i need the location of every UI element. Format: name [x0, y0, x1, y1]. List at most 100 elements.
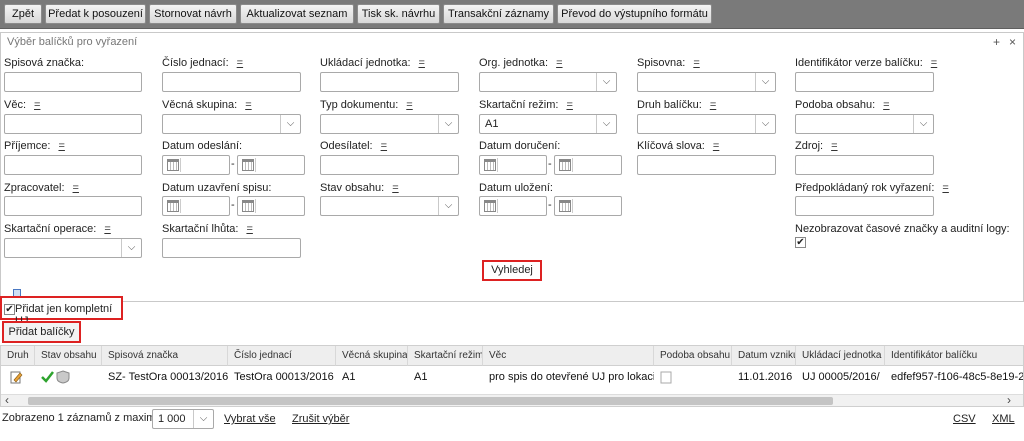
spisovna-select[interactable]: ⌵ [637, 72, 776, 92]
typ-dokumentu-select[interactable]: ⌵ [320, 114, 459, 134]
column-header[interactable]: Druh [1, 346, 35, 366]
back-button[interactable]: Zpět [4, 4, 42, 24]
ukladaci-jednotka-input[interactable] [320, 72, 459, 92]
add-packages-button[interactable]: Přidat balíčky [2, 321, 81, 343]
operator-toggle[interactable]: = [246, 223, 252, 235]
operator-toggle[interactable]: = [883, 99, 889, 111]
cell-cislo-jednaci: TestOra 00013/2016 [234, 371, 334, 383]
column-header[interactable]: Podoba obsahu [654, 346, 732, 366]
operator-toggle[interactable]: = [237, 57, 243, 69]
predpokladany-rok-input[interactable] [795, 196, 934, 216]
transaction-records-button[interactable]: Transakční záznamy [443, 4, 554, 24]
column-header[interactable]: Spisová značka [102, 346, 228, 366]
operator-toggle[interactable]: = [710, 99, 716, 111]
datum-doruceni-from[interactable] [479, 155, 547, 175]
operator-toggle[interactable]: = [406, 99, 412, 111]
scroll-thumb[interactable] [28, 397, 833, 405]
cell-podoba-obsahu [654, 367, 732, 387]
datum-ulozeni-to[interactable] [554, 196, 622, 216]
expand-icon[interactable]: + [993, 35, 1000, 49]
datum-ulozeni-from[interactable] [479, 196, 547, 216]
nezobrazovat-checkbox[interactable]: ✔ [795, 237, 806, 248]
operator-toggle[interactable]: = [831, 140, 837, 152]
operator-toggle[interactable]: = [693, 57, 699, 69]
odesilatel-input[interactable] [320, 155, 459, 175]
column-header[interactable]: Číslo jednací [228, 346, 336, 366]
label-datum-doruceni: Datum doručení: [479, 140, 561, 152]
datum-odeslani-to[interactable] [237, 155, 305, 175]
horizontal-scrollbar[interactable]: ‹ › [1, 393, 1023, 406]
chevron-left-icon[interactable]: ‹ [5, 393, 9, 406]
operator-toggle[interactable]: = [104, 223, 110, 235]
column-header[interactable]: Věc [483, 346, 654, 366]
zdroj-input[interactable] [795, 155, 934, 175]
label-spisovna: Spisovna: = [637, 57, 700, 69]
print-proposal-button[interactable]: Tisk sk. návrhu [357, 4, 440, 24]
operator-toggle[interactable]: = [713, 140, 719, 152]
column-header[interactable]: Ukládací jednotka [796, 346, 885, 366]
operator-toggle[interactable]: = [392, 182, 398, 194]
operator-toggle[interactable]: = [58, 140, 64, 152]
page-size-select[interactable]: 1 000 ⌵ [152, 409, 214, 429]
column-header[interactable]: Skartační režim [408, 346, 483, 366]
column-header[interactable]: Identifikátor balíčku [885, 346, 1023, 366]
column-header[interactable]: Stav obsahu [35, 346, 102, 366]
datum-odeslani-from[interactable] [162, 155, 230, 175]
column-header[interactable]: Věcná skupina [336, 346, 408, 366]
druh-balicku-select[interactable]: ⌵ [637, 114, 776, 134]
kompletni-uj-option[interactable]: ✔ Přidat jen kompletní UJ [0, 296, 123, 327]
operator-toggle[interactable]: = [556, 57, 562, 69]
select-all-link[interactable]: Vybrat vše [224, 413, 276, 425]
operator-toggle[interactable]: = [942, 182, 948, 194]
label-datum-ulozeni: Datum uložení: [479, 182, 553, 194]
datum-uzavreni-to[interactable] [237, 196, 305, 216]
search-button[interactable]: Vyhledej [482, 260, 542, 281]
operator-toggle[interactable]: = [34, 99, 40, 111]
klicova-slova-input[interactable] [637, 155, 776, 175]
refresh-list-button[interactable]: Aktualizovat seznam [240, 4, 354, 24]
datum-doruceni-to[interactable] [554, 155, 622, 175]
xml-export-link[interactable]: XML [992, 413, 1015, 425]
close-icon[interactable]: × [1009, 35, 1016, 49]
label-zdroj: Zdroj: = [795, 140, 838, 152]
submit-review-button[interactable]: Předat k posouzení [45, 4, 146, 24]
org-jednotka-select[interactable]: ⌵ [479, 72, 617, 92]
vec-input[interactable] [4, 114, 142, 134]
kompletni-uj-checkbox[interactable]: ✔ [4, 304, 15, 315]
chevron-down-icon: ⌵ [755, 115, 775, 133]
output-format-button[interactable]: Převod do výstupního formátu [557, 4, 712, 24]
cancel-proposal-button[interactable]: Stornovat návrh [149, 4, 237, 24]
operator-toggle[interactable]: = [73, 182, 79, 194]
column-header[interactable]: Datum vzniku [732, 346, 796, 366]
edit-icon[interactable] [3, 367, 35, 387]
operator-toggle[interactable]: = [419, 57, 425, 69]
vecna-skupina-select[interactable]: ⌵ [162, 114, 301, 134]
stav-obsahu-select[interactable]: ⌵ [320, 196, 459, 216]
label-datum-odeslani: Datum odeslání: [162, 140, 243, 152]
spisova-znacka-input[interactable] [4, 72, 142, 92]
operator-toggle[interactable]: = [931, 57, 937, 69]
csv-export-link[interactable]: CSV [953, 413, 976, 425]
prijemce-input[interactable] [4, 155, 142, 175]
label-skartacni-lhuta: Skartační lhůta: = [162, 223, 253, 235]
label-vec: Věc: = [4, 99, 41, 111]
cislo-jednaci-input[interactable] [162, 72, 301, 92]
skartacni-rezim-select[interactable]: A1 ⌵ [479, 114, 617, 134]
chevron-right-icon[interactable]: › [1007, 393, 1011, 406]
zpracovatel-input[interactable] [4, 196, 142, 216]
label-spisova-znacka: Spisová značka: [4, 57, 85, 69]
date-range-dash: - [231, 199, 235, 211]
operator-toggle[interactable]: = [566, 99, 572, 111]
identifikator-verze-input[interactable] [795, 72, 934, 92]
chevron-down-icon: ⌵ [438, 197, 458, 215]
cancel-selection-link[interactable]: Zrušit výběr [292, 413, 349, 425]
skartacni-lhuta-input[interactable] [162, 238, 301, 258]
chevron-down-icon: ⌵ [121, 239, 141, 257]
skartacni-operace-select[interactable]: ⌵ [4, 238, 142, 258]
cell-ukladaci-jednotka: UJ 00005/2016/ [802, 371, 880, 383]
podoba-obsahu-select[interactable]: ⌵ [795, 114, 934, 134]
cell-vecna-skupina: A1 [342, 371, 356, 383]
operator-toggle[interactable]: = [381, 140, 387, 152]
operator-toggle[interactable]: = [245, 99, 251, 111]
datum-uzavreni-from[interactable] [162, 196, 230, 216]
